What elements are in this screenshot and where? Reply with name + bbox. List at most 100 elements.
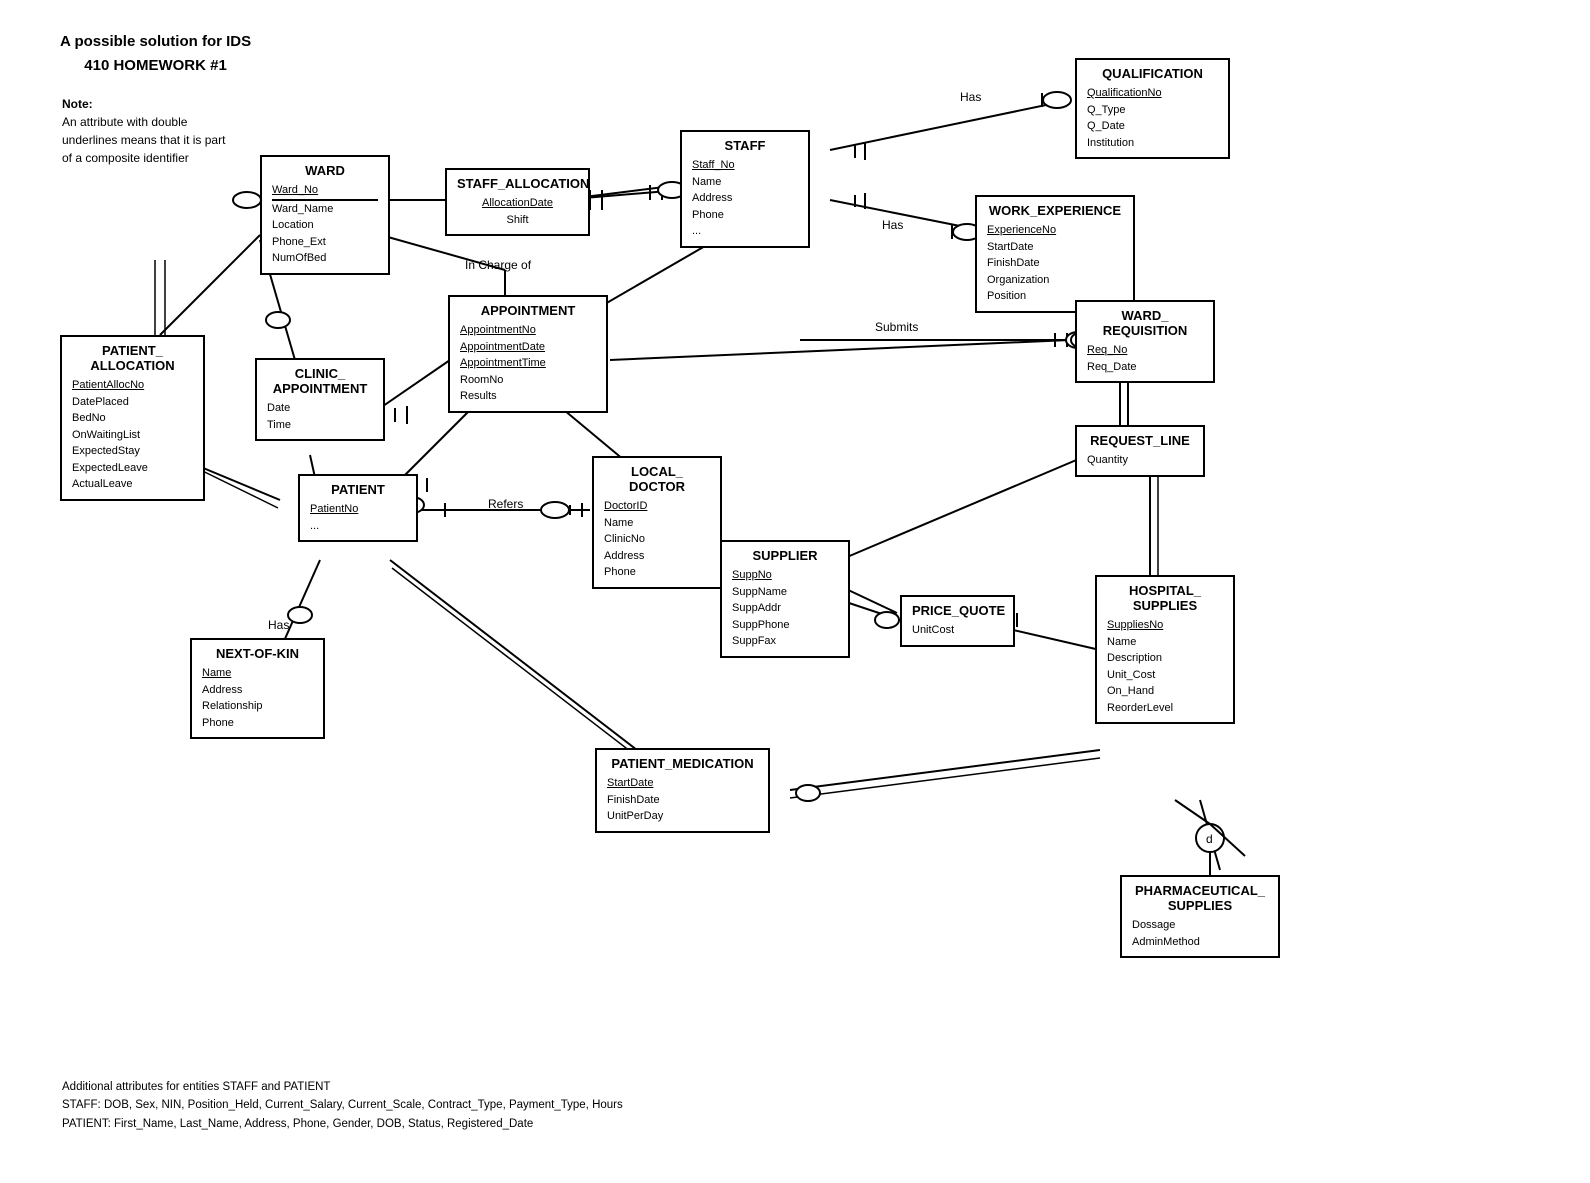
supplier-attr-3: SuppPhone (732, 617, 838, 634)
entity-work-experience: WORK_EXPERIENCE ExperienceNo StartDate F… (975, 195, 1135, 313)
entity-qualification: QUALIFICATION QualificationNo Q_Type Q_D… (1075, 58, 1230, 159)
staff-attr-4: ... (692, 223, 798, 240)
patient-med-attr-2: UnitPerDay (607, 808, 758, 825)
staff-attr-0: Staff_No (692, 157, 798, 174)
ward-title: WARD (272, 163, 378, 178)
qual-attr-0: QualificationNo (1087, 85, 1218, 102)
note-text: An attribute with doubleunderlines means… (62, 113, 225, 167)
entity-clinic-appointment: CLINIC_APPOINTMENT Date Time (255, 358, 385, 441)
staff-attr-3: Phone (692, 207, 798, 224)
entity-hospital-supplies: HOSPITAL_SUPPLIES SuppliesNo Name Descri… (1095, 575, 1235, 724)
entity-appointment: APPOINTMENT AppointmentNo AppointmentDat… (448, 295, 608, 413)
entity-ward-requisition: WARD_REQUISITION Req_No Req_Date (1075, 300, 1215, 383)
pharma-attr-1: AdminMethod (1132, 934, 1268, 951)
supplier-attr-1: SuppName (732, 584, 838, 601)
patient-med-title: PATIENT_MEDICATION (607, 756, 758, 771)
local-doc-attr-1: Name (604, 515, 710, 532)
req-line-attr-0: Quantity (1087, 452, 1193, 469)
patient-alloc-attr-6: ActualLeave (72, 476, 193, 493)
hosp-sup-attr-0: SuppliesNo (1107, 617, 1223, 634)
hosp-sup-attr-2: Description (1107, 650, 1223, 667)
appt-title: APPOINTMENT (460, 303, 596, 318)
entity-ward: WARD Ward_No Ward_Name Location Phone_Ex… (260, 155, 390, 275)
kin-title: NEXT-OF-KIN (202, 646, 313, 661)
local-doc-title: LOCAL_DOCTOR (604, 464, 710, 494)
hosp-sup-attr-1: Name (1107, 634, 1223, 651)
ward-attr-2: Location (272, 217, 378, 234)
svg-text:d: d (1206, 832, 1213, 846)
work-exp-attr-3: Organization (987, 272, 1123, 289)
patient-alloc-attr-1: DatePlaced (72, 394, 193, 411)
patient-alloc-title: PATIENT_ALLOCATION (72, 343, 193, 373)
entity-request-line: REQUEST_LINE Quantity (1075, 425, 1205, 477)
footer-line3: PATIENT: First_Name, Last_Name, Address,… (62, 1115, 623, 1133)
kin-attr-3: Phone (202, 715, 313, 732)
hosp-sup-title: HOSPITAL_SUPPLIES (1107, 583, 1223, 613)
work-exp-attr-2: FinishDate (987, 255, 1123, 272)
note-label: Note: (62, 95, 225, 113)
appt-attr-3: RoomNo (460, 372, 596, 389)
title-line1: A possible solution for IDS (60, 30, 251, 54)
supplier-attr-2: SuppAddr (732, 600, 838, 617)
entity-price-quote: PRICE_QUOTE UnitCost (900, 595, 1015, 647)
staff-alloc-attr-0: AllocationDate (457, 195, 578, 212)
label-in-charge: In Charge of (465, 258, 531, 272)
label-has-kin: Has (268, 618, 289, 632)
qual-title: QUALIFICATION (1087, 66, 1218, 81)
staff-title: STAFF (692, 138, 798, 153)
pharma-attr-0: Dossage (1132, 917, 1268, 934)
local-doc-attr-0: DoctorID (604, 498, 710, 515)
ward-attr-3: Phone_Ext (272, 234, 378, 251)
supplier-attr-0: SuppNo (732, 567, 838, 584)
clinic-appt-attr-1: Time (267, 417, 373, 434)
entity-patient-medication: PATIENT_MEDICATION StartDate FinishDate … (595, 748, 770, 833)
work-exp-attr-0: ExperienceNo (987, 222, 1123, 239)
patient-med-attr-1: FinishDate (607, 792, 758, 809)
appt-attr-0: AppointmentNo (460, 322, 596, 339)
patient-med-attr-0: StartDate (607, 775, 758, 792)
kin-attr-0: Name (202, 665, 313, 682)
work-exp-title: WORK_EXPERIENCE (987, 203, 1123, 218)
footer: Additional attributes for entities STAFF… (62, 1078, 623, 1133)
ward-req-title: WARD_REQUISITION (1087, 308, 1203, 338)
hosp-sup-attr-4: On_Hand (1107, 683, 1223, 700)
patient-alloc-attr-5: ExpectedLeave (72, 460, 193, 477)
patient-alloc-attr-4: ExpectedStay (72, 443, 193, 460)
pharma-title: PHARMACEUTICAL_SUPPLIES (1132, 883, 1268, 913)
staff-attr-2: Address (692, 190, 798, 207)
local-doc-attr-2: ClinicNo (604, 531, 710, 548)
ward-attr-4: NumOfBed (272, 250, 378, 267)
req-line-title: REQUEST_LINE (1087, 433, 1193, 448)
hosp-sup-attr-5: ReorderLevel (1107, 700, 1223, 717)
staff-attr-1: Name (692, 174, 798, 191)
footer-line2: STAFF: DOB, Sex, NIN, Position_Held, Cur… (62, 1096, 623, 1114)
ward-req-attr-0: Req_No (1087, 342, 1203, 359)
patient-attr-1: ... (310, 518, 406, 535)
appt-attr-2: AppointmentTime (460, 355, 596, 372)
appt-attr-1: AppointmentDate (460, 339, 596, 356)
entity-staff: STAFF Staff_No Name Address Phone ... (680, 130, 810, 248)
footer-line1: Additional attributes for entities STAFF… (62, 1078, 623, 1096)
entity-local-doctor: LOCAL_DOCTOR DoctorID Name ClinicNo Addr… (592, 456, 722, 589)
hosp-sup-attr-3: Unit_Cost (1107, 667, 1223, 684)
local-doc-attr-4: Phone (604, 564, 710, 581)
diagram-container: d A possible solution for IDS 410 HOMEWO… (0, 0, 1590, 1183)
local-doc-attr-3: Address (604, 548, 710, 565)
title-line2: 410 HOMEWORK #1 (60, 54, 251, 78)
label-has-qual: Has (960, 90, 981, 104)
kin-attr-1: Address (202, 682, 313, 699)
qual-attr-1: Q_Type (1087, 102, 1218, 119)
patient-title: PATIENT (310, 482, 406, 497)
supplier-title: SUPPLIER (732, 548, 838, 563)
kin-attr-2: Relationship (202, 698, 313, 715)
clinic-appt-attr-0: Date (267, 400, 373, 417)
ward-req-attr-1: Req_Date (1087, 359, 1203, 376)
qual-attr-3: Institution (1087, 135, 1218, 152)
patient-alloc-attr-0: PatientAllocNo (72, 377, 193, 394)
staff-alloc-title: STAFF_ALLOCATION (457, 176, 578, 191)
entity-patient-allocation: PATIENT_ALLOCATION PatientAllocNo DatePl… (60, 335, 205, 501)
staff-alloc-attr-1: Shift (457, 212, 578, 229)
appt-attr-4: Results (460, 388, 596, 405)
patient-alloc-attr-2: BedNo (72, 410, 193, 427)
supplier-attr-4: SuppFax (732, 633, 838, 650)
